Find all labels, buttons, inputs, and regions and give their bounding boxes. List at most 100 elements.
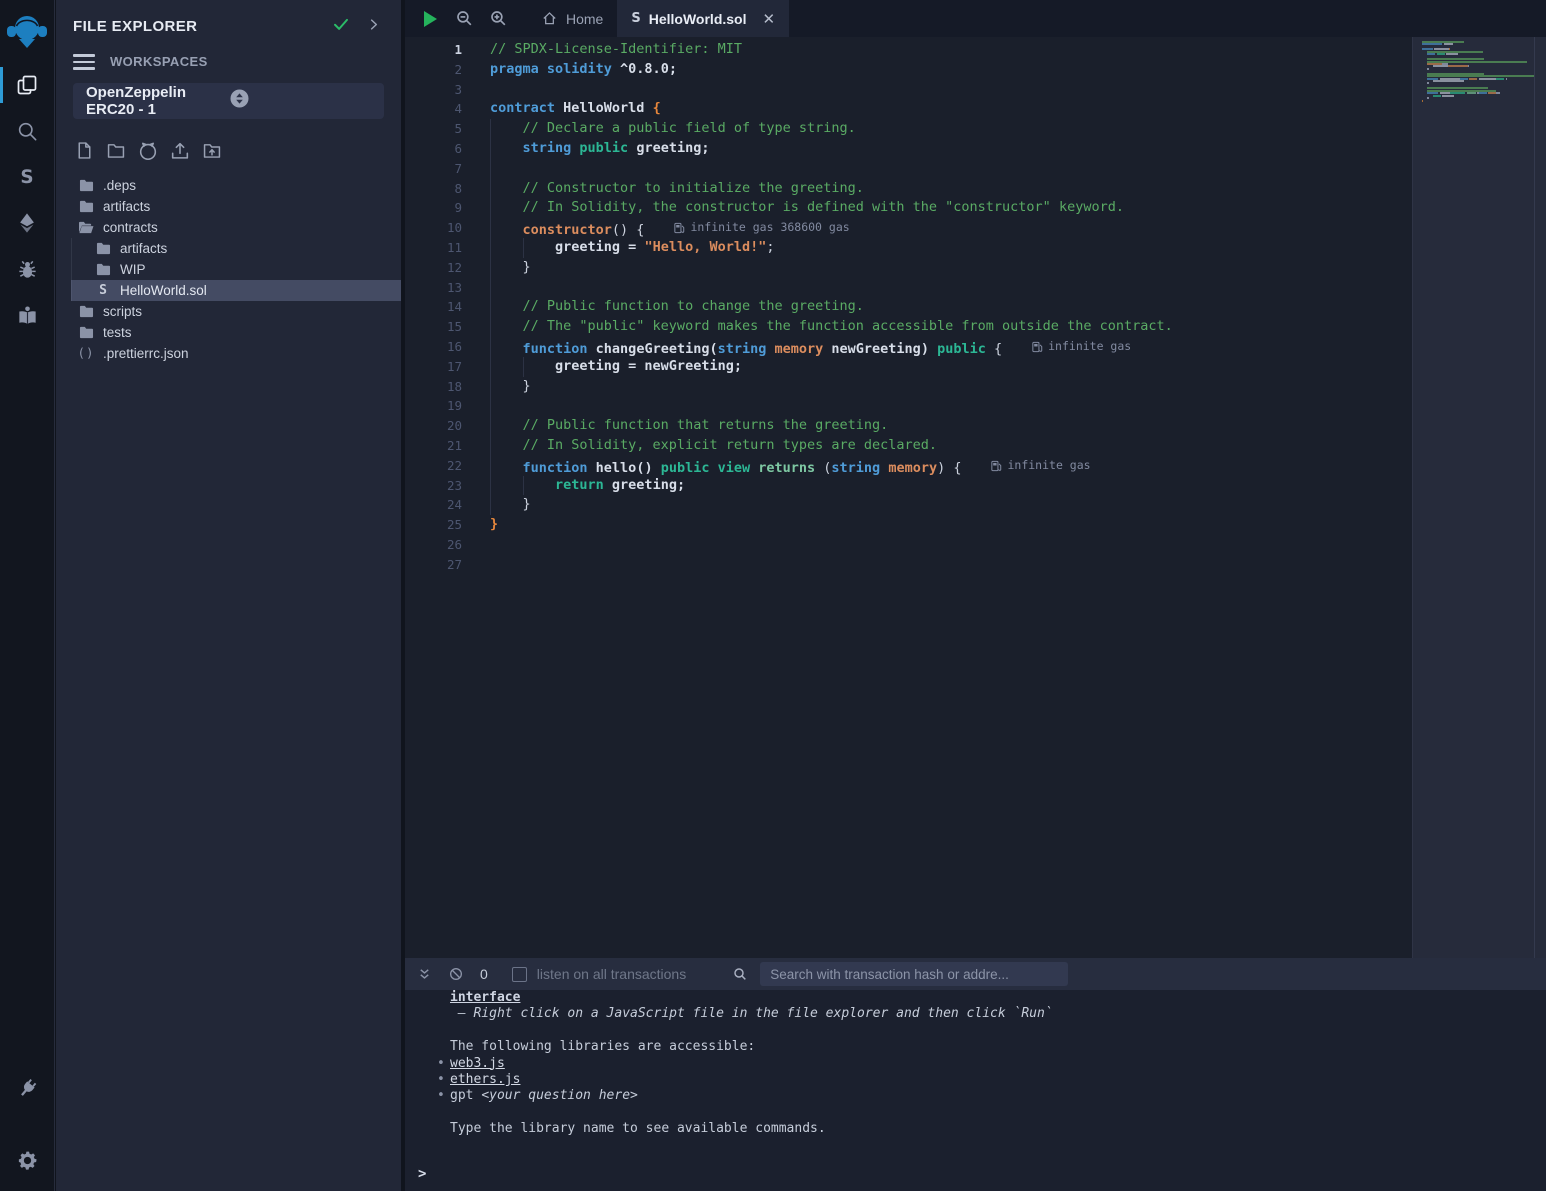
line-number: 4 [405, 99, 462, 119]
gas-estimate-badge: infinite gas 368600 gas [674, 218, 849, 238]
tree-item-artifacts[interactable]: artifacts [71, 238, 401, 259]
editor-right-strip [1412, 37, 1546, 958]
zoom-in-icon[interactable] [481, 0, 515, 37]
code-editor[interactable]: 1// SPDX-License-Identifier: MIT2pragma … [405, 37, 1412, 958]
line-number: 3 [405, 80, 462, 100]
clear-console-icon[interactable] [448, 966, 464, 982]
code-line-23[interactable]: 23 return greeting; [405, 476, 1412, 496]
zoom-out-icon[interactable] [447, 0, 481, 37]
code-line-5[interactable]: 5 // Declare a public field of type stri… [405, 119, 1412, 139]
svg-text:S: S [20, 167, 33, 188]
code-line-15[interactable]: 15 // The "public" keyword makes the fun… [405, 317, 1412, 337]
code-line-11[interactable]: 11 greeting = "Hello, World!"; [405, 238, 1412, 258]
line-number: 12 [405, 258, 462, 278]
gas-estimate-badge: infinite gas [991, 456, 1090, 476]
line-number: 8 [405, 179, 462, 199]
code-line-27[interactable]: 27 [405, 555, 1412, 575]
workspaces-menu-icon[interactable] [73, 54, 95, 70]
file-tree: .depsartifactscontractsartifactsWIPSHell… [56, 175, 401, 364]
workspace-select[interactable]: OpenZeppelin ERC20 - 1 [73, 83, 384, 119]
line-number: 17 [405, 357, 462, 377]
code-line-8[interactable]: 8 // Constructor to initialize the greet… [405, 179, 1412, 199]
code-line-26[interactable]: 26 [405, 535, 1412, 555]
code-line-6[interactable]: 6 string public greeting; [405, 139, 1412, 159]
code-line-4[interactable]: 4contract HelloWorld { [405, 99, 1412, 119]
collapse-terminal-icon[interactable] [417, 967, 432, 982]
code-line-1[interactable]: 1// SPDX-License-Identifier: MIT [405, 40, 1412, 60]
file-explorer-icon[interactable] [0, 62, 55, 108]
line-number: 6 [405, 139, 462, 159]
learn-icon[interactable] [0, 292, 55, 338]
tree-item-contracts[interactable]: contracts [64, 217, 401, 238]
terminal-prompt[interactable]: > [418, 1166, 426, 1182]
listen-transactions-checkbox[interactable] [512, 967, 527, 982]
code-line-24[interactable]: 24 } [405, 495, 1412, 515]
search-icon[interactable] [0, 108, 55, 154]
code-line-19[interactable]: 19 [405, 396, 1412, 416]
code-line-7[interactable]: 7 [405, 159, 1412, 179]
tree-item-tests[interactable]: tests [64, 322, 401, 343]
tree-item-wip[interactable]: WIP [71, 259, 401, 280]
line-number: 5 [405, 119, 462, 139]
settings-icon[interactable] [0, 1137, 55, 1183]
code-line-25[interactable]: 25} [405, 515, 1412, 535]
scrollbar-track[interactable] [1534, 37, 1535, 958]
line-number: 13 [405, 278, 462, 298]
line-number: 9 [405, 198, 462, 218]
gas-estimate-badge: infinite gas [1032, 337, 1131, 357]
tree-item-scripts[interactable]: scripts [64, 301, 401, 322]
tree-item-helloworld-sol[interactable]: SHelloWorld.sol [71, 280, 401, 301]
line-number: 11 [405, 238, 462, 258]
code-line-2[interactable]: 2pragma solidity ^0.8.0; [405, 60, 1412, 80]
minimap[interactable] [1422, 41, 1532, 107]
clone-github-icon[interactable] [137, 140, 159, 162]
tree-item-artifacts[interactable]: artifacts [64, 196, 401, 217]
terminal-search-input[interactable] [760, 962, 1068, 986]
code-line-21[interactable]: 21 // In Solidity, explicit return types… [405, 436, 1412, 456]
upload-folder-icon[interactable] [201, 140, 223, 162]
terminal-blank-line [450, 1023, 1546, 1039]
chevron-right-icon[interactable] [366, 17, 381, 37]
line-number: 19 [405, 396, 462, 416]
tree-item--deps[interactable]: .deps [64, 175, 401, 196]
code-line-3[interactable]: 3 [405, 80, 1412, 100]
run-button[interactable] [413, 0, 447, 37]
indent-guide [523, 238, 524, 258]
tab-home[interactable]: Home [527, 0, 617, 37]
new-folder-icon[interactable] [105, 140, 127, 162]
line-number: 14 [405, 297, 462, 317]
deploy-run-icon[interactable] [0, 200, 55, 246]
folder-icon [78, 199, 94, 213]
tab-helloworld-sol[interactable]: S HelloWorld.sol ✕ [617, 0, 789, 37]
folder-icon [78, 178, 94, 192]
tree-item-label: WIP [120, 262, 146, 277]
terminal-toolbar: 0 listen on all transactions [405, 958, 1546, 990]
code-line-20[interactable]: 20 // Public function that returns the g… [405, 416, 1412, 436]
solidity-compiler-icon[interactable]: S [0, 154, 55, 200]
upload-file-icon[interactable] [169, 140, 191, 162]
code-line-13[interactable]: 13 [405, 278, 1412, 298]
terminal-output[interactable]: interface – Right click on a JavaScript … [405, 990, 1546, 1191]
code-line-10[interactable]: 10 constructor() {infinite gas 368600 ga… [405, 218, 1412, 238]
code-line-12[interactable]: 12 } [405, 258, 1412, 278]
workspaces-row: WORKSPACES [56, 46, 401, 70]
code-line-14[interactable]: 14 // Public function to change the gree… [405, 297, 1412, 317]
code-line-22[interactable]: 22 function hello() public view returns … [405, 456, 1412, 476]
code-line-17[interactable]: 17 greeting = newGreeting; [405, 357, 1412, 377]
tree-item--prettierrc-json[interactable]: ().prettierrc.json [64, 343, 401, 364]
code-line-16[interactable]: 16 function changeGreeting(string memory… [405, 337, 1412, 357]
remix-logo-icon [0, 2, 55, 62]
line-number: 1 [405, 40, 462, 60]
line-number: 26 [405, 535, 462, 555]
plugin-manager-icon[interactable] [0, 1065, 55, 1111]
folder-icon [95, 262, 111, 276]
close-tab-icon[interactable]: ✕ [762, 10, 775, 28]
workspace-stepper-icon[interactable] [230, 89, 374, 112]
new-file-icon[interactable] [73, 140, 95, 162]
workspace-selected-value: OpenZeppelin ERC20 - 1 [86, 84, 230, 118]
editor-tabbar: Home S HelloWorld.sol ✕ [405, 0, 1546, 37]
line-number: 24 [405, 495, 462, 515]
code-line-18[interactable]: 18 } [405, 377, 1412, 397]
code-line-9[interactable]: 9 // In Solidity, the constructor is def… [405, 198, 1412, 218]
debugger-icon[interactable] [0, 246, 55, 292]
